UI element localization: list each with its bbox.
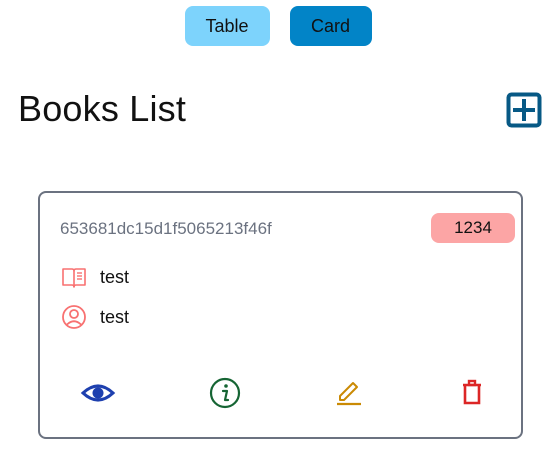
delete-book-button[interactable] xyxy=(454,375,490,411)
add-book-button[interactable] xyxy=(506,92,542,128)
page-title: Books List xyxy=(18,88,187,129)
book-author-row: test xyxy=(60,303,129,331)
eye-icon xyxy=(80,384,116,402)
book-title: test xyxy=(100,266,130,287)
book-title-row: test xyxy=(60,263,129,291)
card-view-button[interactable]: Card xyxy=(289,6,372,46)
books-page: Table Card Books List 653681dc15d1f50652… xyxy=(0,0,556,464)
book-card: 653681dc15d1f5065213f46f 1234 test test xyxy=(38,191,523,439)
view-toggle: Table Card xyxy=(0,6,556,46)
book-info-button[interactable] xyxy=(207,375,243,411)
info-circle-icon xyxy=(209,377,241,409)
open-book-icon xyxy=(62,268,86,288)
plus-square-icon xyxy=(506,92,542,128)
book-author: test xyxy=(100,306,130,327)
publish-year-badge: 1234 xyxy=(431,213,515,243)
view-book-button[interactable] xyxy=(80,375,116,411)
user-circle-icon xyxy=(62,305,86,329)
edit-book-button[interactable] xyxy=(331,375,367,411)
table-view-button[interactable]: Table xyxy=(184,6,270,46)
card-actions xyxy=(40,375,521,411)
trash-icon xyxy=(463,379,481,405)
book-id: 653681dc15d1f5065213f46f xyxy=(60,219,272,238)
edit-pencil-icon xyxy=(337,382,361,406)
